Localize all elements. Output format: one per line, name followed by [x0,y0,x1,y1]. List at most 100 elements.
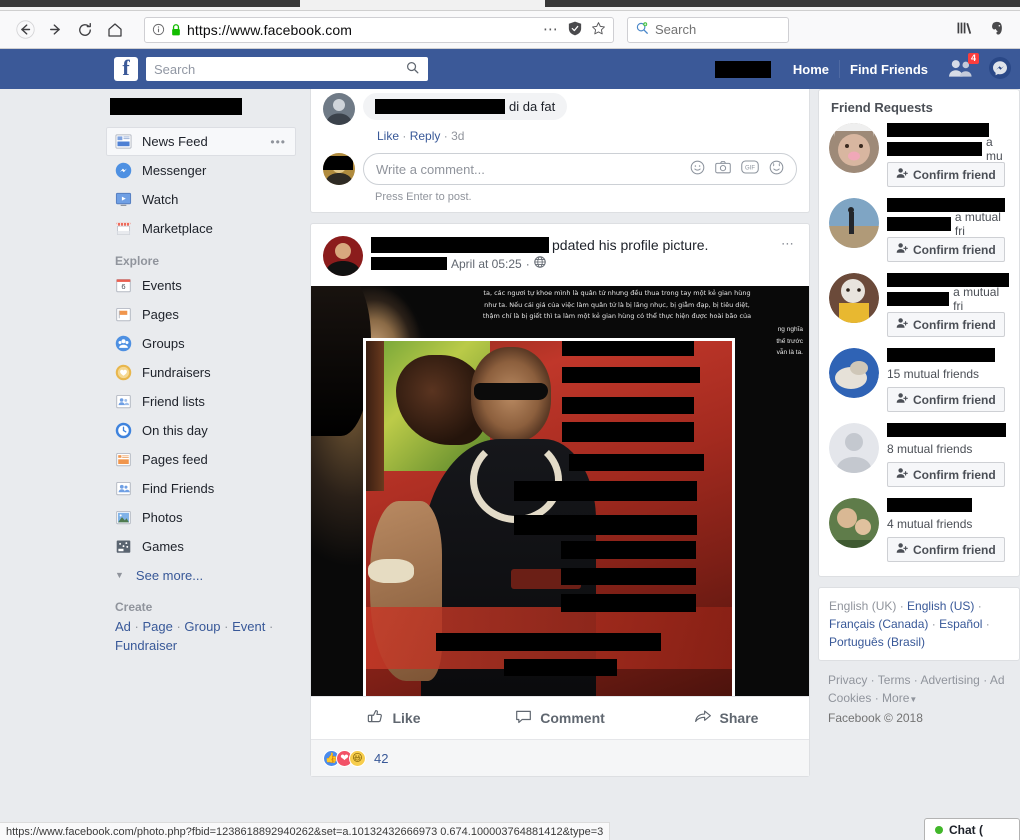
nav-find-friends-link[interactable]: Find Friends [840,62,938,77]
post-author-avatar[interactable] [323,236,363,276]
confirm-friend-button[interactable]: Confirm friend [887,537,1005,562]
search-icon[interactable] [405,60,420,78]
friend-name-redacted[interactable] [887,423,1006,437]
footer-link-ad[interactable]: Ad [990,673,1005,687]
page-actions-ellipsis-icon[interactable]: ⋯ [543,22,559,37]
padlock-icon[interactable] [170,23,182,37]
footer-link-cookies[interactable]: Cookies [828,691,871,705]
post-share-button[interactable]: Share [643,708,809,728]
friend-request-item: 4 mutual friends Confirm friend [829,498,1009,562]
browser-tab-strip[interactable] [0,0,1020,11]
sidebar-item-groups[interactable]: Groups [106,329,296,358]
sticker-icon[interactable] [769,160,784,178]
confirm-friend-button[interactable]: Confirm friend [887,387,1005,412]
create-link-event[interactable]: Event [232,619,265,634]
confirm-friend-button[interactable]: Confirm friend [887,162,1005,187]
sidebar-item-events[interactable]: 6 Events [106,271,296,300]
comment-input[interactable]: Write a comment... GIF [363,153,797,185]
commenter-avatar[interactable] [323,93,355,125]
sidebar-item-messenger[interactable]: Messenger [106,156,296,185]
info-circle-icon[interactable] [152,23,165,36]
see-more-label: See more... [135,567,204,583]
browser-search-bar[interactable]: Search [627,16,789,43]
emoji-icon[interactable] [690,160,705,178]
create-link-fundraiser[interactable]: Fundraiser [115,638,177,653]
add-friend-icon [896,167,908,182]
forward-button[interactable] [40,15,70,45]
footer-link-terms[interactable]: Terms [878,673,911,687]
avatar[interactable] [829,498,879,548]
reload-button[interactable] [70,15,100,45]
sidebar-item-pages-feed[interactable]: Pages feed [106,445,296,474]
messenger-icon[interactable] [988,56,1012,83]
home-button[interactable] [100,15,130,45]
avatar[interactable] [829,348,879,398]
avatar[interactable] [829,123,879,173]
avatar[interactable] [829,273,879,323]
locale-espanol[interactable]: Español [939,617,982,631]
reaction-count[interactable]: 42 [374,751,388,766]
post-menu-icon[interactable]: ⋯ [781,236,795,252]
friend-request-info: 8 mutual friends Confirm friend [887,423,1009,487]
create-link-ad[interactable]: Ad [115,619,131,634]
footer-link-privacy[interactable]: Privacy [828,673,867,687]
sidebar-item-news-feed[interactable]: News Feed ••• [106,127,296,156]
chat-widget[interactable]: Chat ( [924,818,1020,840]
news-feed-options-icon[interactable]: ••• [270,135,286,149]
sidebar-item-games[interactable]: Games [106,532,296,561]
account-name-redacted[interactable] [714,60,771,78]
confirm-friend-button[interactable]: Confirm friend [887,237,1005,262]
create-link-group[interactable]: Group [184,619,220,634]
friend-name-redacted[interactable] [887,498,972,512]
post-comment-button[interactable]: Comment [477,708,643,728]
sidebar-profile-name-redacted[interactable] [110,98,242,115]
confirm-friend-button[interactable]: Confirm friend [887,312,1005,337]
post-image-inner-photo[interactable] [363,338,735,696]
post-like-button[interactable]: Like [311,708,477,728]
nav-home-link[interactable]: Home [783,62,839,77]
back-button[interactable] [10,15,40,45]
evernote-elephant-icon[interactable] [989,20,1006,40]
footer-link-more[interactable]: More [882,691,909,705]
avatar[interactable] [829,423,879,473]
sidebar-label: Events [142,278,182,293]
bookmark-star-icon[interactable] [591,21,606,39]
facebook-logo[interactable]: f [114,57,138,81]
browser-tab-right[interactable] [545,0,1020,7]
address-bar[interactable]: https://www.facebook.com ⋯ [144,16,614,43]
confirm-friend-button[interactable]: Confirm friend [887,462,1005,487]
container-shield-icon[interactable] [568,21,582,39]
friend-requests-icon[interactable]: 4 [948,52,979,81]
sidebar-item-friend-lists[interactable]: Friend lists [106,387,296,416]
library-icon[interactable] [956,20,973,39]
sidebar-item-marketplace[interactable]: Marketplace [106,214,296,243]
sidebar-item-photos[interactable]: Photos [106,503,296,532]
browser-tab-left[interactable] [0,0,300,7]
viewer-avatar[interactable] [323,153,355,185]
sidebar-item-on-this-day[interactable]: On this day [106,416,296,445]
locale-portugues-brasil[interactable]: Português (Brasil) [829,635,925,649]
sidebar-item-find-friends[interactable]: Find Friends [106,474,296,503]
create-link-page[interactable]: Page [142,619,172,634]
comment-like-link[interactable]: Like [377,129,399,143]
gif-icon[interactable]: GIF [741,160,759,178]
sidebar-item-pages[interactable]: Pages [106,300,296,329]
sidebar-item-watch[interactable]: Watch [106,185,296,214]
sidebar-see-more-button[interactable]: ▼ See more... [106,561,296,589]
post-reactions-bar[interactable]: 👍 ❤ 😃 42 [311,739,809,776]
footer-link-advertising[interactable]: Advertising [920,673,979,687]
facebook-search-input[interactable]: Search [146,57,428,81]
comment-reply-link[interactable]: Reply [410,129,441,143]
avatar[interactable] [829,198,879,248]
locale-english-us[interactable]: English (US) [907,599,974,613]
sidebar-item-fundraisers[interactable]: Fundraisers [106,358,296,387]
friend-name-redacted[interactable] [887,348,995,362]
post-image[interactable]: ta, các ngươi tự khoe mình là quân tử nh… [311,286,809,696]
friend-name-redacted[interactable] [887,123,989,137]
post-date[interactable]: April at 05:25 [451,257,522,271]
globe-icon[interactable] [533,256,546,271]
camera-icon[interactable] [715,160,731,178]
post-headline: pdated his profile picture. [371,237,708,253]
locale-francais-canada[interactable]: Français (Canada) [829,617,928,631]
post-author-name-redacted[interactable] [371,237,549,253]
